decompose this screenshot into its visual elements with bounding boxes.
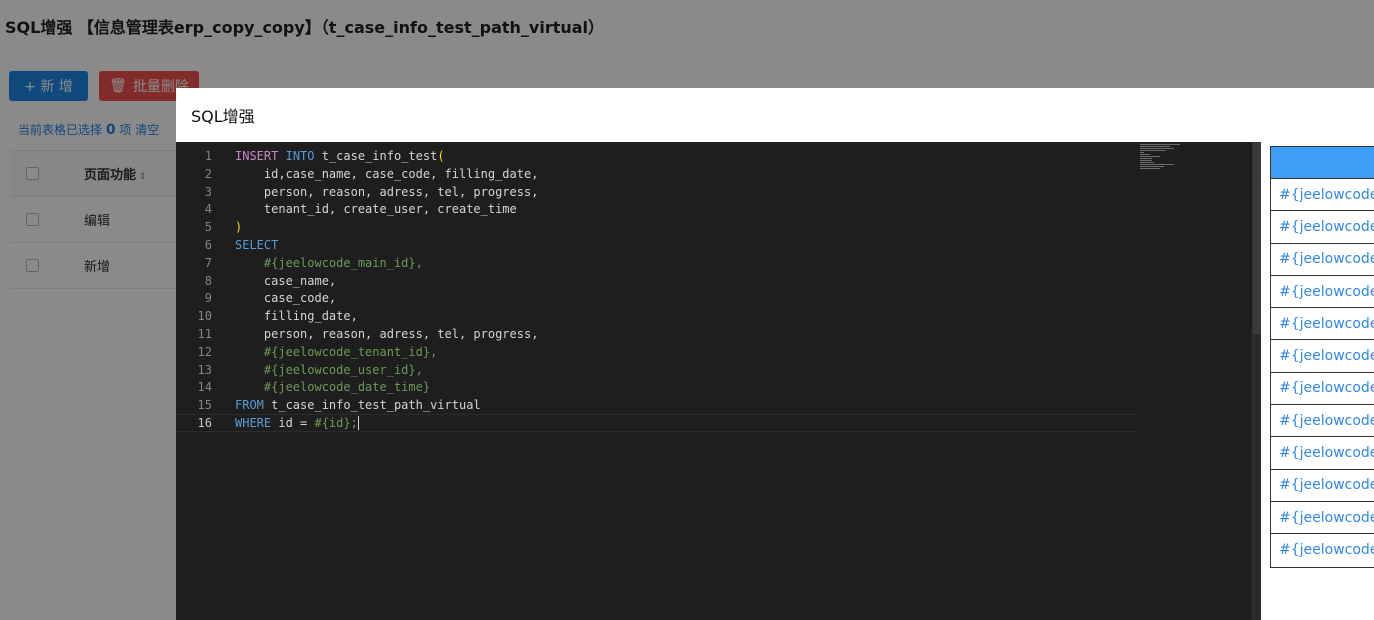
editor-scrollbar[interactable] (1252, 142, 1261, 620)
code-line[interactable]: 7 #{jeelowcode_main_id}, (176, 254, 1136, 272)
code-text: ) (235, 220, 243, 235)
code-line[interactable]: 4 tenant_id, create_user, create_time (176, 200, 1136, 218)
code-text: #{jeelowcode_tenant_id}, (263, 344, 438, 359)
variable-row[interactable]: #{jeelowcode_ (1271, 211, 1374, 244)
code-line[interactable]: 9 case_code, (176, 289, 1136, 307)
code-line[interactable]: 6 SELECT (176, 236, 1136, 254)
code-text: INSERT INTO t_case_info_test( (235, 149, 445, 163)
sql-code-editor[interactable]: 1 INSERT INTO t_case_info_test( 2 id,case_… (176, 142, 1261, 620)
code-text: #{jeelowcode_date_time} (263, 380, 431, 395)
code-text: id,case_name, case_code, filling_date, (235, 166, 539, 181)
code-text: case_code, (235, 291, 337, 306)
variable-row[interactable]: #{jeelowcode_ (1271, 308, 1374, 341)
line-number: 12 (197, 344, 212, 359)
variables-table: #{jeelowcode_#{jeelowcode_#{jeelowcode_#… (1270, 146, 1374, 568)
code-text: case_name, (235, 273, 337, 288)
line-number: 16 (197, 416, 212, 430)
variable-row[interactable]: #{jeelowcode_ (1271, 244, 1374, 276)
line-number: 10 (197, 309, 212, 324)
text-cursor (357, 416, 359, 431)
editor-minimap[interactable] (1140, 144, 1184, 174)
modal-title: SQL增强 (191, 107, 255, 126)
variable-row[interactable]: #{jeelowcode_ (1271, 534, 1374, 566)
variable-row[interactable]: #{jeelowcode_ (1271, 470, 1374, 502)
line-number: 4 (204, 202, 212, 217)
line-number: 8 (204, 273, 212, 288)
variable-row[interactable]: #{jeelowcode_ (1271, 340, 1374, 373)
variable-row[interactable]: #{jeelowcode_ (1271, 179, 1374, 212)
code-line[interactable]: 1 INSERT INTO t_case_info_test( (176, 147, 1136, 165)
code-line[interactable]: 10 filling_date, (176, 307, 1136, 325)
code-line[interactable]: 13 #{jeelowcode_user_id}, (176, 361, 1136, 379)
variables-table-header (1271, 147, 1374, 179)
code-text: FROM t_case_info_test_path_virtual (235, 398, 481, 413)
code-line[interactable]: 2 id,case_name, case_code, filling_date, (176, 165, 1136, 183)
code-text: person, reason, adress, tel, progress, (235, 184, 539, 199)
line-number: 1 (204, 149, 212, 163)
code-line[interactable]: 14 #{jeelowcode_date_time} (176, 378, 1136, 396)
code-line[interactable]: 15 FROM t_case_info_test_path_virtual (176, 396, 1136, 414)
variable-row[interactable]: #{jeelowcode_ (1271, 373, 1374, 406)
line-number: 7 (204, 255, 212, 270)
code-text: tenant_id, create_user, create_time (235, 202, 517, 217)
code-line[interactable]: 12 #{jeelowcode_tenant_id}, (176, 343, 1136, 361)
editor-scroll-thumb[interactable] (1253, 142, 1261, 334)
code-line[interactable]: 16 WHERE id = #{id}; (176, 414, 1136, 432)
sql-enhance-modal: SQL增强 1 INSERT INTO t_case_info_test( 2 id… (176, 88, 1374, 620)
variable-row[interactable]: #{jeelowcode_ (1271, 437, 1374, 470)
variable-row[interactable]: #{jeelowcode_ (1271, 502, 1374, 535)
code-line[interactable]: 11 person, reason, adress, tel, progress… (176, 325, 1136, 343)
line-number: 5 (204, 220, 212, 235)
code-text: WHERE id = #{id}; (235, 415, 359, 431)
line-number: 3 (204, 184, 212, 199)
line-number: 15 (197, 398, 212, 413)
modal-header: SQL增强 (176, 88, 1374, 142)
line-number: 11 (197, 327, 212, 341)
code-line[interactable]: 3 person, reason, adress, tel, progress, (176, 183, 1136, 201)
line-number: 13 (197, 362, 212, 377)
line-number: 9 (204, 291, 212, 306)
variable-row[interactable]: #{jeelowcode_ (1271, 405, 1374, 438)
code-text: person, reason, adress, tel, progress, (235, 327, 539, 341)
variable-row[interactable]: #{jeelowcode_ (1271, 276, 1374, 309)
code-text: #{jeelowcode_main_id}, (263, 255, 423, 270)
code-text: filling_date, (235, 309, 358, 324)
line-number: 2 (204, 166, 212, 181)
code-line[interactable]: 8 case_name, (176, 272, 1136, 290)
code-text: #{jeelowcode_user_id}, (263, 362, 423, 377)
code-line[interactable]: 5) (176, 218, 1136, 236)
code-text: SELECT (235, 238, 279, 252)
line-number: 14 (197, 380, 212, 395)
line-number: 6 (204, 238, 212, 252)
